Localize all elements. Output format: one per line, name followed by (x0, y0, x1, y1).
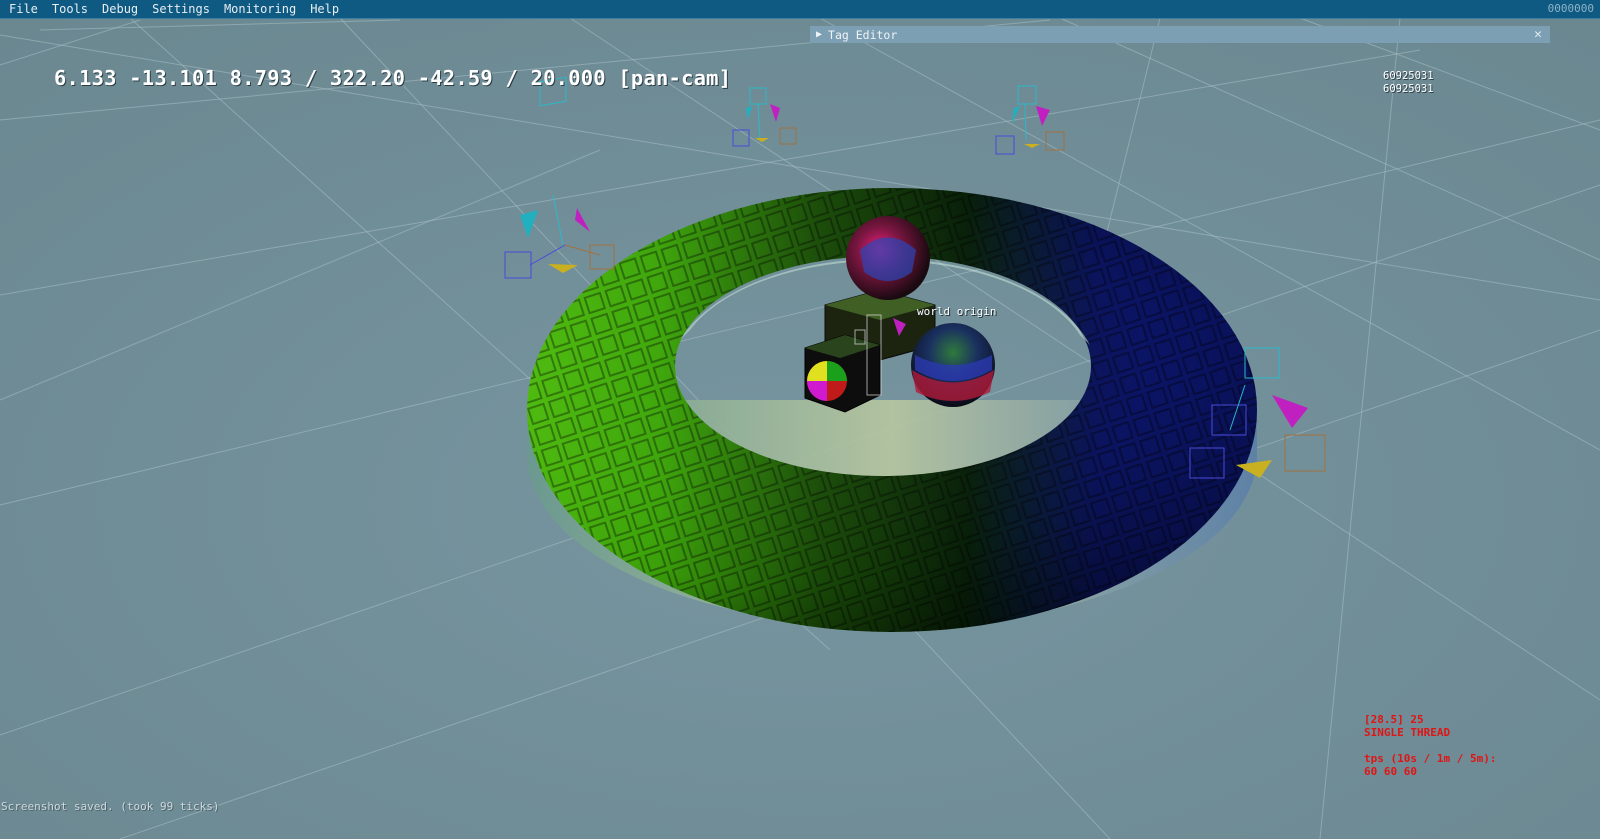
tag-editor-title[interactable]: Tag Editor (828, 28, 897, 42)
tag-editor-panel[interactable]: ▶ Tag Editor ✕ (810, 26, 1550, 43)
expand-triangle-icon[interactable]: ▶ (816, 29, 822, 40)
id-counter-2: 60925031 (1383, 83, 1434, 95)
id-counters: 60925031 60925031 (1383, 70, 1434, 96)
performance-stats: [28.5] 25 SINGLE THREAD tps (10s / 1m / … (1364, 713, 1496, 778)
menu-tools[interactable]: Tools (45, 0, 95, 18)
fps-line: [28.5] 25 (1364, 713, 1424, 726)
3d-viewport[interactable] (0, 0, 1600, 839)
thread-mode: SINGLE THREAD (1364, 726, 1451, 739)
menu-help[interactable]: Help (303, 0, 346, 18)
menu-monitoring[interactable]: Monitoring (217, 0, 303, 18)
menu-bar: File Tools Debug Settings Monitoring Hel… (0, 0, 1600, 19)
close-icon[interactable]: ✕ (1534, 26, 1542, 43)
camera-readout: 6.133 -13.101 8.793 / 322.20 -42.59 / 20… (54, 66, 732, 90)
menu-file[interactable]: File (0, 0, 45, 18)
world-origin-label: world origin (917, 305, 997, 318)
id-counter-1: 60925031 (1383, 70, 1434, 82)
menu-debug[interactable]: Debug (95, 0, 145, 18)
tps-label: tps (10s / 1m / 5m): (1364, 752, 1497, 765)
tps-values: 60 60 60 (1364, 765, 1417, 778)
menu-settings[interactable]: Settings (145, 0, 217, 18)
status-message: Screenshot saved. (took 99 ticks) (1, 800, 220, 813)
menu-counter: 0000000 (1547, 2, 1594, 15)
